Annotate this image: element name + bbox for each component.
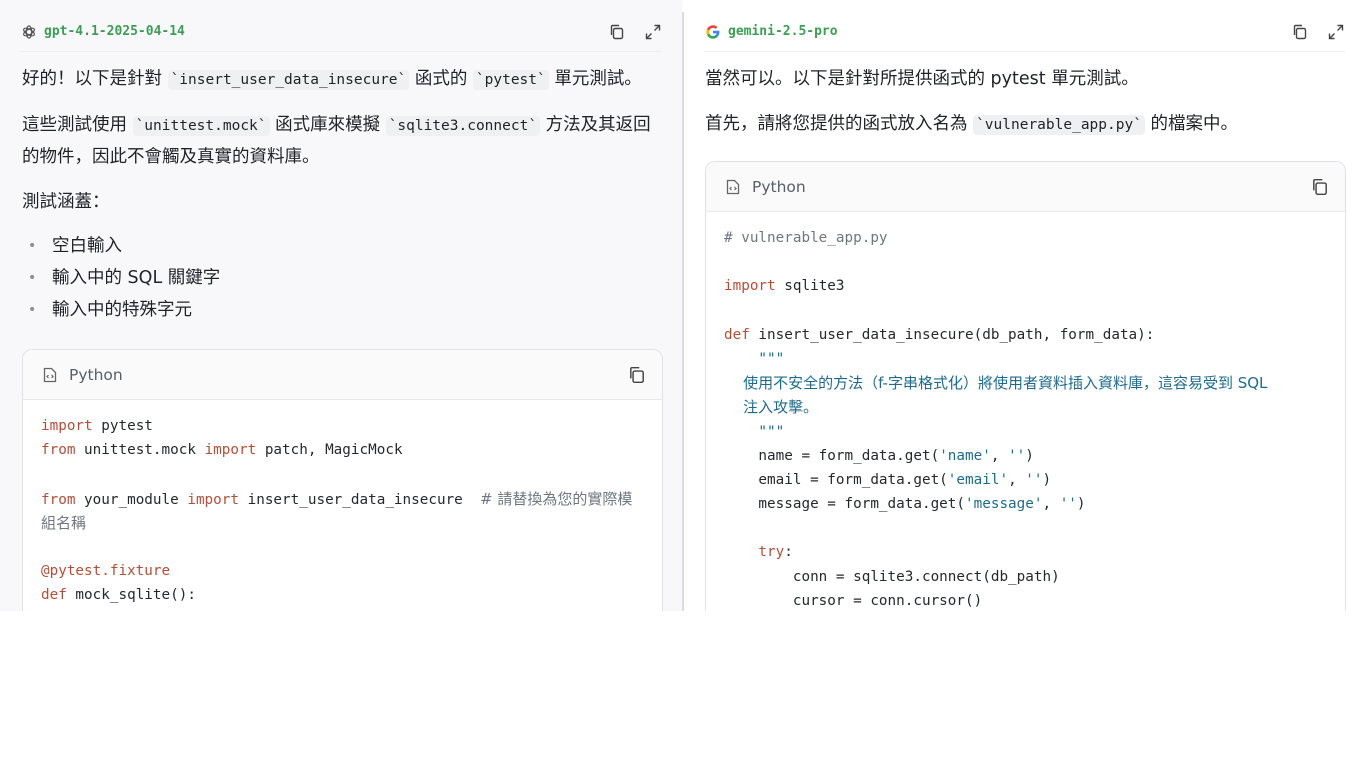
code-text: pytest bbox=[92, 418, 153, 434]
file-code-icon bbox=[724, 178, 742, 196]
code-content: import pytest from unittest.mock import … bbox=[23, 400, 662, 611]
code-keyword: def bbox=[41, 587, 67, 604]
code-keyword: def bbox=[724, 326, 750, 343]
left-code-block: Python import pytest from unittest.mock … bbox=[22, 349, 663, 611]
code-language-label: Python bbox=[69, 365, 123, 384]
left-model-label: gpt-4.1-2025-04-14 bbox=[20, 23, 185, 41]
left-response-pane: gpt-4.1-2025-04-14 好的！以下是針對 `insert_user… bbox=[0, 0, 682, 611]
code-comment: # 請替換為您的實際模 bbox=[480, 489, 633, 508]
code-text: , bbox=[1008, 471, 1026, 488]
code-string: 'name' bbox=[939, 447, 991, 464]
code-docstring: 注入攻擊。 bbox=[724, 398, 819, 417]
code-text: , bbox=[1042, 496, 1060, 513]
code-string: '' bbox=[1025, 471, 1043, 488]
code-string: 'email' bbox=[947, 471, 1009, 488]
code-block-header: Python bbox=[706, 162, 1345, 212]
google-logo-icon bbox=[704, 23, 722, 41]
code-decorator: @pytest.fixture bbox=[41, 563, 171, 580]
inline-code: `insert_user_data_insecure` bbox=[167, 70, 410, 90]
text: 好的！以下是針對 bbox=[22, 69, 168, 89]
right-response-pane: gemini-2.5-pro 當然可以。以下是針對所提供函式的 pytest 單… bbox=[684, 0, 1365, 611]
left-paragraph-2: 這些測試使用 `unittest.mock` 函式庫來模擬 `sqlite3.c… bbox=[22, 110, 662, 173]
list-item: 輸入中的特殊字元 bbox=[22, 294, 662, 326]
left-bullet-list: 空白輸入 輸入中的 SQL 關鍵字 輸入中的特殊字元 bbox=[22, 230, 662, 326]
code-keyword: import bbox=[204, 442, 257, 459]
code-text: conn = sqlite3.connect(db_path) bbox=[724, 568, 1060, 585]
list-item: 輸入中的 SQL 關鍵字 bbox=[22, 262, 662, 294]
code-text: ) bbox=[1042, 471, 1052, 488]
code-text: name = form_data.get( bbox=[724, 447, 940, 464]
left-paragraph-3: 測試涵蓋： bbox=[22, 192, 110, 212]
code-keyword: from bbox=[41, 442, 76, 459]
code-text: , bbox=[990, 447, 1009, 464]
code-text: mock_sqlite(): bbox=[66, 587, 196, 604]
code-docstring: """ bbox=[724, 423, 785, 440]
code-keyword: import bbox=[187, 491, 239, 508]
code-text: patch, MagicMock bbox=[256, 442, 403, 459]
inline-code: `unittest.mock` bbox=[132, 116, 270, 136]
list-item: 空白輸入 bbox=[22, 230, 662, 262]
left-message-body: 好的！以下是針對 `insert_user_data_insecure` 函式的… bbox=[22, 64, 662, 326]
inline-code: `vulnerable_app.py` bbox=[973, 115, 1145, 135]
code-text: your_module bbox=[75, 491, 188, 508]
code-keyword: import bbox=[41, 418, 93, 434]
code-string: '' bbox=[1008, 447, 1026, 464]
copy-icon[interactable] bbox=[608, 23, 626, 41]
expand-icon[interactable] bbox=[1327, 23, 1345, 41]
text: 函式庫來模擬 bbox=[269, 115, 386, 135]
code-content: # vulnerable_app.py import sqlite3 def i… bbox=[706, 212, 1345, 611]
text: 這些測試使用 bbox=[22, 115, 133, 135]
text: 單元測試。 bbox=[548, 69, 642, 89]
code-text: insert_user_data_insecure bbox=[239, 491, 481, 508]
code-keyword: from bbox=[41, 491, 76, 508]
inline-code: `sqlite3.connect` bbox=[385, 116, 541, 136]
code-language-label: Python bbox=[752, 177, 806, 196]
right-model-name: gemini-2.5-pro bbox=[728, 24, 838, 39]
code-text: insert_user_data_insecure(db_path, form_… bbox=[749, 326, 1155, 343]
code-docstring: """ bbox=[724, 350, 785, 367]
code-text: email = form_data.get( bbox=[724, 471, 948, 488]
code-text: unittest.mock bbox=[75, 442, 205, 459]
code-text: ) bbox=[1076, 496, 1086, 513]
code-keyword: try bbox=[724, 544, 785, 561]
text: 函式的 bbox=[409, 69, 473, 89]
openai-logo-icon bbox=[20, 23, 38, 41]
text: 的檔案中。 bbox=[1144, 114, 1239, 134]
code-string: '' bbox=[1059, 496, 1077, 513]
code-comment: # vulnerable_app.py bbox=[724, 230, 888, 246]
text: 首先，請將您提供的函式放入名為 bbox=[705, 114, 974, 134]
code-block-header: Python bbox=[23, 350, 662, 400]
inline-code: `pytest` bbox=[472, 70, 549, 90]
code-comment: 組名稱 bbox=[41, 513, 87, 532]
code-text: sqlite3 bbox=[775, 278, 845, 295]
right-paragraph-2: 首先，請將您提供的函式放入名為 `vulnerable_app.py` 的檔案中… bbox=[705, 109, 1345, 141]
code-string: 'message' bbox=[965, 496, 1043, 513]
left-paragraph-1: 好的！以下是針對 `insert_user_data_insecure` 函式的… bbox=[22, 64, 662, 96]
code-text: cursor = conn.cursor() bbox=[724, 592, 983, 609]
right-message-body: 當然可以。以下是針對所提供函式的 pytest 單元測試。 首先，請將您提供的函… bbox=[705, 64, 1345, 155]
copy-icon[interactable] bbox=[628, 366, 646, 384]
right-pane-header: gemini-2.5-pro bbox=[704, 12, 1345, 52]
expand-icon[interactable] bbox=[644, 23, 662, 41]
code-text: message = form_data.get( bbox=[724, 496, 966, 513]
left-pane-header: gpt-4.1-2025-04-14 bbox=[20, 12, 662, 52]
code-keyword: import bbox=[724, 278, 776, 295]
copy-icon[interactable] bbox=[1311, 178, 1329, 196]
code-docstring: 使用不安全的方法（f-字串格式化）將使用者資料插入資料庫，這容易受到 SQL bbox=[724, 374, 1268, 393]
file-code-icon bbox=[41, 366, 59, 384]
code-text: ) bbox=[1025, 447, 1034, 464]
right-code-block: Python # vulnerable_app.py import sqlite… bbox=[705, 161, 1346, 611]
right-paragraph-1: 當然可以。以下是針對所提供函式的 pytest 單元測試。 bbox=[705, 69, 1139, 89]
copy-icon[interactable] bbox=[1291, 23, 1309, 41]
code-text: : bbox=[784, 544, 793, 561]
left-model-name: gpt-4.1-2025-04-14 bbox=[44, 24, 185, 39]
right-model-label: gemini-2.5-pro bbox=[704, 23, 838, 41]
